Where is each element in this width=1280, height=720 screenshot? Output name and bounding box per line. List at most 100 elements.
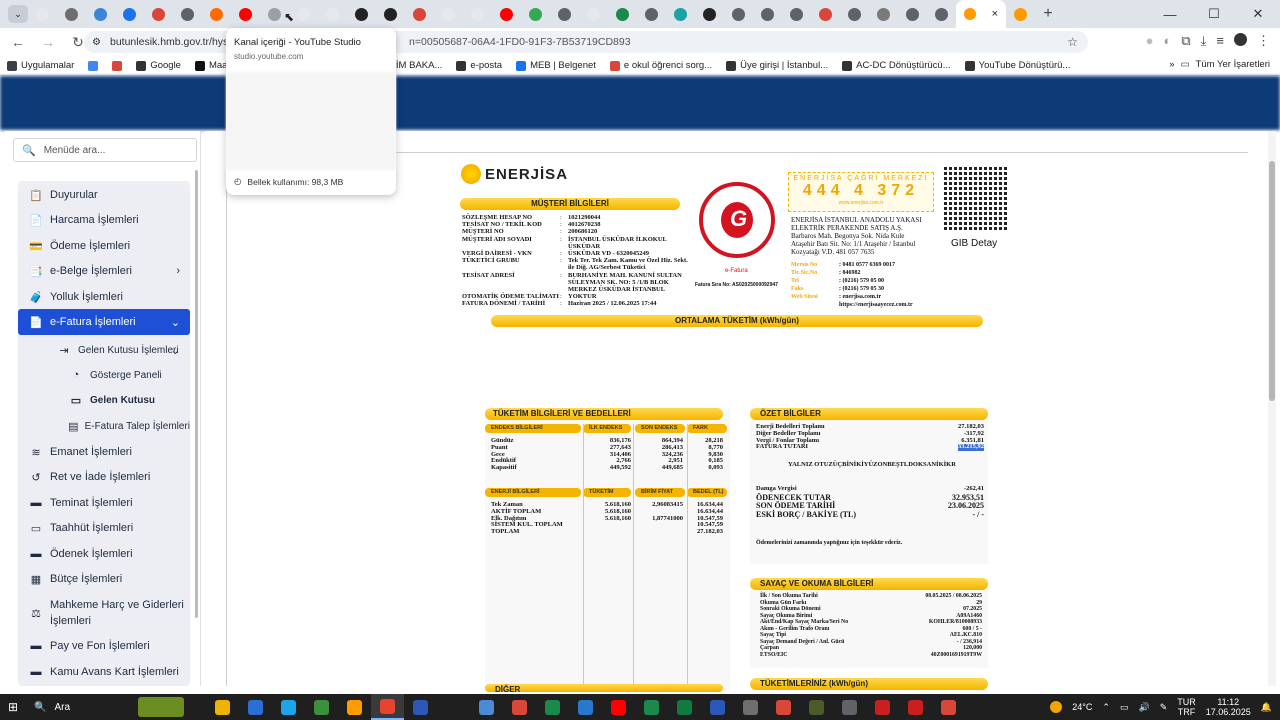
taskbar-app-button[interactable] <box>239 694 272 720</box>
taskbar-app-button[interactable] <box>602 694 635 720</box>
tab[interactable] <box>318 0 347 28</box>
extension-icon[interactable]: ● <box>1146 33 1154 49</box>
taskbar-app-button[interactable] <box>305 694 338 720</box>
sidebar-item[interactable]: ▬ Pay ve Fon İşlemleri <box>18 638 190 654</box>
sidebar-item[interactable]: ◔ Gösterge Paneli <box>18 367 190 383</box>
extension-icon[interactable]: ◐ <box>1164 33 1172 49</box>
tab[interactable] <box>724 0 753 28</box>
tab[interactable] <box>173 0 202 28</box>
tab[interactable] <box>405 0 434 28</box>
sidebar-item[interactable]: ▬ Teminat İşlemleri <box>18 495 190 511</box>
tab[interactable] <box>666 0 695 28</box>
clock[interactable]: 11:12 17.06.2025 <box>1206 697 1251 717</box>
gib-detay-link[interactable]: GIB Detay <box>951 238 997 249</box>
pen-icon[interactable]: ✎ <box>1160 702 1168 713</box>
sidebar-item[interactable]: ▦ Bütçe İşlemleri <box>18 571 190 587</box>
sidebar-item[interactable]: ⚖ Mahkeme Harç ve Giderleri İşlemleri <box>18 597 190 629</box>
taskbar-app-button[interactable] <box>866 694 899 720</box>
sidebar-item[interactable]: ⇥ Gelen Kutusu İşlemleri ⌄ <box>18 342 190 358</box>
sidebar-item[interactable]: ▤ E-Fatura Talep İşlemleri <box>18 418 190 434</box>
bookmark-item[interactable]: YouTube Dönüştürü... <box>958 60 1078 71</box>
bookmark-item[interactable]: MEB | Belgenet <box>509 60 603 71</box>
taskbar-app-button[interactable] <box>470 694 503 720</box>
taskbar-search[interactable]: 🔍 Ara <box>26 697 206 717</box>
sidebar-item[interactable]: 📋 Duyurular <box>18 187 190 203</box>
tab-search-button[interactable]: ⌄ <box>8 5 28 23</box>
forward-button[interactable]: → <box>36 34 60 50</box>
sidebar-item[interactable]: ▬ Kamu Avans Kart İşlemleri <box>18 664 190 680</box>
tab[interactable] <box>115 0 144 28</box>
taskbar-app-button[interactable] <box>569 694 602 720</box>
sidebar-scrollbar[interactable] <box>195 170 198 618</box>
scrollbar-thumb[interactable] <box>1269 161 1275 401</box>
tab[interactable] <box>1006 0 1035 28</box>
taskbar-app-button[interactable] <box>800 694 833 720</box>
taskbar-app-button[interactable] <box>536 694 569 720</box>
page-scrollbar[interactable] <box>1268 131 1276 686</box>
sidebar-item[interactable]: 📄 Harcama İşlemleri <box>18 212 190 228</box>
taskbar-app-button[interactable] <box>503 694 536 720</box>
taskbar-app-button[interactable] <box>701 694 734 720</box>
taskbar-app-button[interactable] <box>272 694 305 720</box>
tab[interactable] <box>57 0 86 28</box>
tab-close-button[interactable]: × <box>992 8 998 20</box>
sidebar-item[interactable]: ≋ Emanet İşlemleri <box>18 444 190 460</box>
tab[interactable] <box>86 0 115 28</box>
tab[interactable] <box>637 0 666 28</box>
taskbar-app-button[interactable] <box>437 694 470 720</box>
all-bookmarks-button[interactable]: Tüm Yer İşaretleri <box>1196 59 1270 70</box>
tab[interactable] <box>202 0 231 28</box>
bookmark-star-icon[interactable]: ☆ <box>1067 35 1078 49</box>
tab[interactable] <box>869 0 898 28</box>
close-window-button[interactable]: ✕ <box>1236 0 1280 28</box>
minimize-button[interactable]: — <box>1148 0 1192 28</box>
sidebar-item[interactable]: 📑 e-Belge İşlemleri › <box>18 263 190 279</box>
taskbar-app-button[interactable] <box>767 694 800 720</box>
tab[interactable] <box>695 0 724 28</box>
taskbar-app-button[interactable] <box>206 694 239 720</box>
taskbar-app-button[interactable] <box>668 694 701 720</box>
bookmark-item[interactable]: Üye girişi | İstanbul... <box>719 60 835 71</box>
bookmark-item[interactable] <box>105 60 129 71</box>
tab[interactable] <box>492 0 521 28</box>
tab[interactable] <box>608 0 637 28</box>
tab[interactable] <box>550 0 579 28</box>
menu-search-input[interactable]: 🔍 Menüde ara... <box>13 138 197 162</box>
notification-icon[interactable]: 🔔 <box>1261 702 1272 713</box>
tab[interactable] <box>376 0 405 28</box>
tab[interactable] <box>579 0 608 28</box>
bookmark-item[interactable] <box>81 60 105 71</box>
sidebar-item[interactable]: ↺ Ret ve İade İşlemleri <box>18 469 190 485</box>
taskbar-app-button[interactable] <box>635 694 668 720</box>
taskbar-app-button[interactable] <box>734 694 767 720</box>
site-info-icon[interactable]: ⚙ <box>92 37 101 48</box>
taskbar-app-button[interactable] <box>371 694 404 720</box>
active-tab[interactable]: × <box>956 0 1006 28</box>
new-tab-button[interactable]: + <box>1035 5 1061 23</box>
tab[interactable] <box>347 0 376 28</box>
start-button[interactable]: ⊞ <box>0 700 26 714</box>
taskbar-app-button[interactable] <box>899 694 932 720</box>
back-button[interactable]: ← <box>6 34 30 50</box>
sidebar-item[interactable]: 📄 e-Fatura İşlemleri ⌄ <box>18 309 190 335</box>
bookmark-item[interactable]: e okul öğrenci sorg... <box>603 60 719 71</box>
tab[interactable] <box>434 0 463 28</box>
bookmark-item[interactable]: Uygulamalar <box>0 60 81 71</box>
tab[interactable] <box>28 0 57 28</box>
download-icon[interactable]: ⤓ <box>1201 33 1207 49</box>
taskbar-app-button[interactable] <box>932 694 965 720</box>
extensions-puzzle-icon[interactable]: ⧉ <box>1181 33 1190 49</box>
tab[interactable] <box>811 0 840 28</box>
tab[interactable] <box>840 0 869 28</box>
tab[interactable] <box>463 0 492 28</box>
tab[interactable] <box>231 0 260 28</box>
tab[interactable] <box>144 0 173 28</box>
sidebar-item[interactable]: ▭ Gelen Kutusu <box>18 392 190 408</box>
tab[interactable] <box>927 0 956 28</box>
sidebar-item[interactable]: 💳 Ödeme İşlemleri <box>18 238 190 254</box>
bookmarks-overflow-button[interactable]: » <box>1169 59 1174 70</box>
taskbar-app-button[interactable] <box>338 694 371 720</box>
bookmark-item[interactable]: AC-DC Dönüştürücü... <box>835 60 958 71</box>
sidebar-item[interactable]: ▬ Ödenek İşlemleri <box>18 546 190 562</box>
taskbar-app-button[interactable] <box>833 694 866 720</box>
